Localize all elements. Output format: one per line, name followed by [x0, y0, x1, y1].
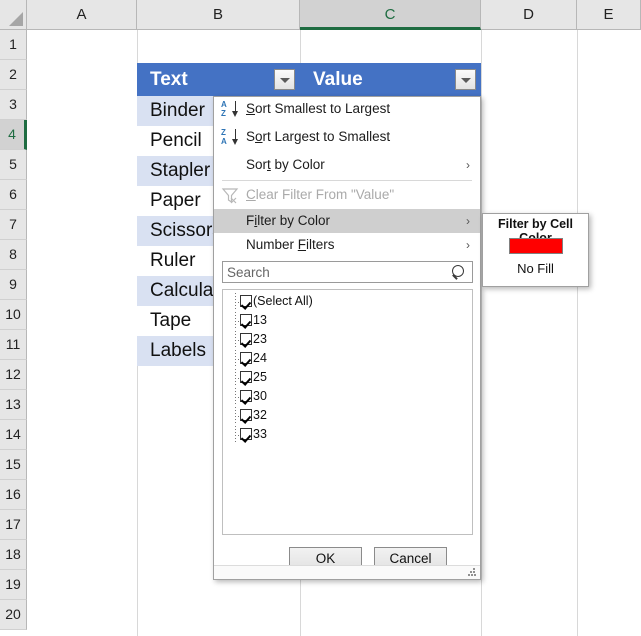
- sort-descending-icon: ZA: [220, 127, 240, 147]
- menu-item-label: Sort by Color: [246, 157, 325, 172]
- menu-item-label: Number Filters: [246, 237, 335, 252]
- filter-list-item-label: 24: [253, 351, 267, 365]
- filter-dropdown-panel: A Z Sort Smallest to Largest Z A Sort Largest…: [213, 96, 481, 580]
- row-header-2[interactable]: 2: [0, 60, 27, 90]
- row-header-20[interactable]: 20: [0, 600, 27, 630]
- filter-list-item[interactable]: 33: [223, 426, 472, 443]
- row-header-8[interactable]: 8: [0, 240, 27, 270]
- column-header-d[interactable]: D: [481, 0, 577, 30]
- row-header-14[interactable]: 14: [0, 420, 27, 450]
- menu-separator: [222, 180, 472, 181]
- no-fill-option[interactable]: No Fill: [483, 261, 588, 276]
- checkbox[interactable]: [240, 352, 252, 364]
- filter-list-item-label: 25: [253, 370, 267, 384]
- row-header-5[interactable]: 5: [0, 150, 27, 180]
- submenu-chevron-icon: ›: [466, 238, 470, 252]
- row-header-17[interactable]: 17: [0, 510, 27, 540]
- panel-footer: [214, 565, 480, 579]
- menu-item-sort-smallest-to-largest[interactable]: A Z Sort Smallest to Largest: [214, 97, 480, 121]
- filter-list-item[interactable]: 24: [223, 350, 472, 367]
- search-placeholder: Search: [227, 265, 270, 280]
- submenu-chevron-icon: ›: [466, 214, 470, 228]
- column-header-c[interactable]: C: [300, 0, 481, 30]
- select-all-corner[interactable]: [0, 0, 27, 30]
- column-header-e[interactable]: E: [577, 0, 641, 30]
- row-header-3[interactable]: 3: [0, 90, 27, 120]
- menu-item-label: Sort Largest to Smallest: [246, 129, 391, 144]
- filter-list-item-label: 33: [253, 427, 267, 441]
- checkbox[interactable]: [240, 295, 252, 307]
- filter-list-item-label: 13: [253, 313, 267, 327]
- filter-list-item[interactable]: 23: [223, 331, 472, 348]
- column-header-b[interactable]: B: [137, 0, 300, 30]
- menu-item-label: Clear Filter From "Value": [246, 187, 395, 202]
- row-header-12[interactable]: 12: [0, 360, 27, 390]
- filter-by-cell-color-submenu: Filter by Cell Color No Fill: [482, 213, 589, 287]
- filter-dropdown-button-text[interactable]: [274, 69, 295, 90]
- submenu-chevron-icon: ›: [466, 158, 470, 172]
- resize-grip[interactable]: [468, 568, 476, 576]
- filter-list-item-label: 32: [253, 408, 267, 422]
- filter-dropdown-button-value[interactable]: [455, 69, 476, 90]
- search-icon: [452, 265, 467, 280]
- row-header-15[interactable]: 15: [0, 450, 27, 480]
- filter-value-list[interactable]: (Select All) 13 23 24 25 30 32 33: [222, 289, 473, 535]
- filter-list-item[interactable]: 30: [223, 388, 472, 405]
- filter-search-box[interactable]: Search: [222, 261, 473, 283]
- row-header-4[interactable]: 4: [0, 120, 27, 150]
- checkbox[interactable]: [240, 314, 252, 326]
- table-header-value: Value: [300, 63, 481, 96]
- red-color-swatch[interactable]: [509, 238, 563, 254]
- grid-line-vertical: [481, 30, 482, 636]
- grid-line-vertical: [577, 30, 578, 636]
- menu-item-filter-by-color[interactable]: Filter by Color ›: [214, 209, 480, 233]
- filter-list-item[interactable]: (Select All): [223, 293, 472, 310]
- menu-item-number-filters[interactable]: Number Filters ›: [214, 233, 480, 257]
- filter-list-item[interactable]: 32: [223, 407, 472, 424]
- filter-list-item[interactable]: 25: [223, 369, 472, 386]
- row-header-16[interactable]: 16: [0, 480, 27, 510]
- row-header-9[interactable]: 9: [0, 270, 27, 300]
- row-header-13[interactable]: 13: [0, 390, 27, 420]
- sort-ascending-icon: AZ: [220, 99, 240, 119]
- filter-list-item-label: 23: [253, 332, 267, 346]
- row-header-6[interactable]: 6: [0, 180, 27, 210]
- row-header-19[interactable]: 19: [0, 570, 27, 600]
- checkbox[interactable]: [240, 371, 252, 383]
- checkbox[interactable]: [240, 333, 252, 345]
- excel-window: ABCDE 1 2 3 4 5 6 7 8 9 10 11 12 13 14 15 16 17 18 19 20 Te…: [0, 0, 641, 636]
- menu-item-clear-filter-from-value: Clear Filter From "Value": [214, 183, 480, 207]
- menu-item-label: Sort Smallest to Largest: [246, 101, 391, 116]
- checkbox[interactable]: [240, 409, 252, 421]
- column-header-a[interactable]: A: [27, 0, 137, 30]
- menu-item-sort-by-color[interactable]: Sort by Color ›: [214, 153, 480, 177]
- row-header-18[interactable]: 18: [0, 540, 27, 570]
- menu-item-sort-largest-to-smallest[interactable]: Z A Sort Largest to Smallest: [214, 125, 480, 149]
- menu-item-label: Filter by Color: [246, 213, 331, 228]
- filter-list-item-label: (Select All): [253, 294, 313, 308]
- checkbox[interactable]: [240, 428, 252, 440]
- row-header-1[interactable]: 1: [0, 30, 27, 60]
- row-header-10[interactable]: 10: [0, 300, 27, 330]
- filter-list-item-label: 30: [253, 389, 267, 403]
- filter-list-item[interactable]: 13: [223, 312, 472, 329]
- checkbox[interactable]: [240, 390, 252, 402]
- clear-filter-icon: [220, 185, 240, 205]
- row-header-11[interactable]: 11: [0, 330, 27, 360]
- row-header-7[interactable]: 7: [0, 210, 27, 240]
